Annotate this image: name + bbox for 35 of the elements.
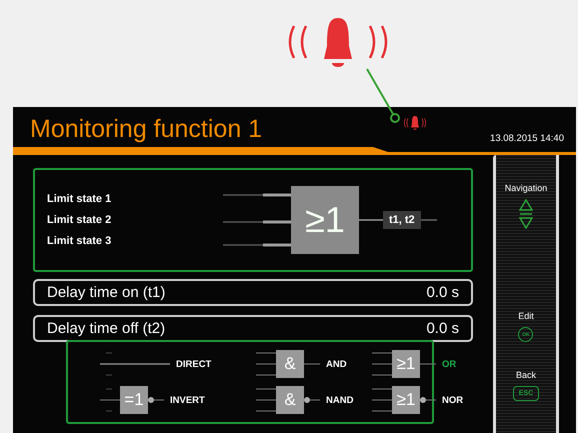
logic-gate: ≥1 <box>392 350 420 378</box>
parameter-value: 0.0 s <box>426 284 459 301</box>
input-label: Limit state 2 <box>47 214 112 226</box>
logic-gate: & <box>276 350 304 378</box>
side-label: Back <box>516 370 536 380</box>
gate-option[interactable]: OR <box>442 358 456 370</box>
gate-option[interactable]: NAND <box>326 394 354 406</box>
input-label: Limit state 1 <box>47 193 112 205</box>
date-time: 13.08.2015 14:40 <box>490 133 565 144</box>
output-line <box>359 218 383 222</box>
parameter-label: Delay time on (t1) <box>47 284 166 301</box>
screen-title: Monitoring function 1 <box>30 115 264 144</box>
side-label: Navigation <box>504 183 548 193</box>
leader-line <box>365 67 401 124</box>
logic-gate: =1 <box>120 386 148 414</box>
output-line <box>420 218 437 222</box>
side-label: Edit <box>518 311 534 321</box>
parameter-label: Delay time off (t2) <box>47 320 166 337</box>
parameter-value: 0.0 s <box>426 320 459 337</box>
gate-option[interactable]: INVERT <box>170 394 205 406</box>
negation-output-icon <box>148 396 164 404</box>
bell-icon <box>403 116 427 130</box>
negation-output-icon <box>304 396 320 404</box>
gate-option[interactable]: DIRECT <box>176 358 212 370</box>
negation-output-icon <box>420 396 436 404</box>
gate-option[interactable]: AND <box>326 358 347 370</box>
gate-option[interactable]: NOR <box>442 394 464 406</box>
logic-gate: ≥1 <box>392 386 420 414</box>
parameter-row[interactable]: Delay time on (t1) 0.0 s <box>33 279 473 306</box>
output-tag: t1, t2 <box>383 211 421 229</box>
bell-icon <box>288 18 388 68</box>
up-down-arrows-icon <box>519 199 533 229</box>
logic-gate: ≥1 <box>291 186 359 254</box>
input-label: Limit state 3 <box>47 235 112 247</box>
logic-gate: & <box>276 386 304 414</box>
